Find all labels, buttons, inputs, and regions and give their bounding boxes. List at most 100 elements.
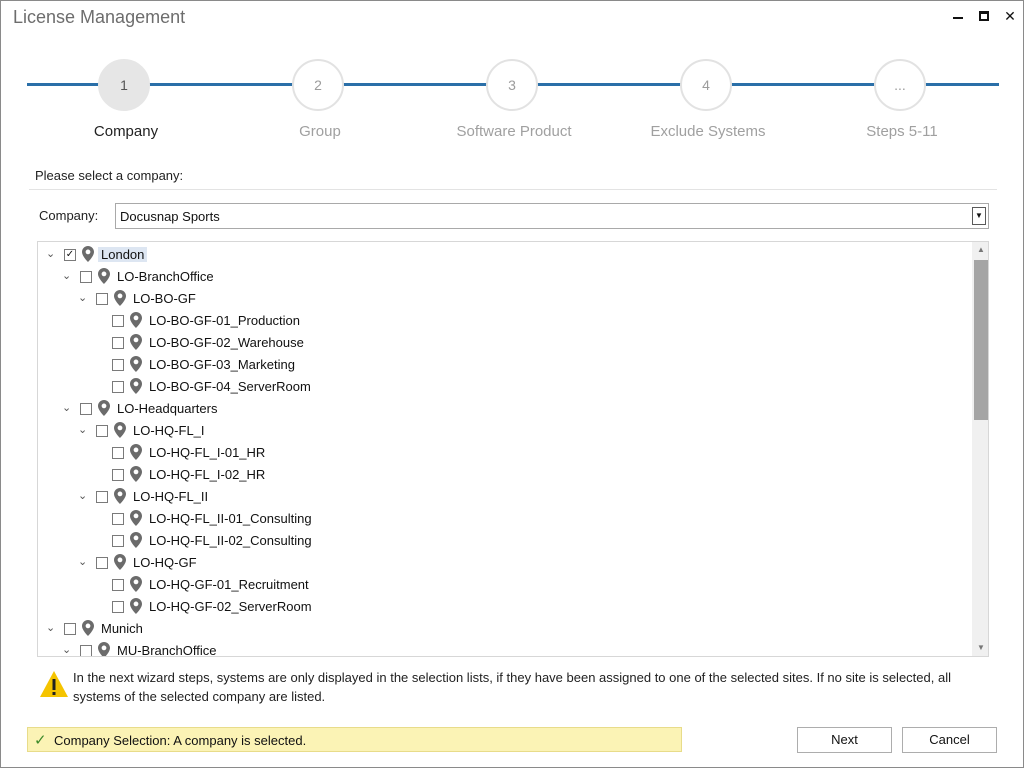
location-pin-icon bbox=[98, 268, 110, 284]
location-pin-icon bbox=[98, 642, 110, 656]
location-pin-icon bbox=[130, 532, 142, 548]
window-title: License Management bbox=[13, 7, 186, 27]
tree-item-label: LO-BO-GF-02_Warehouse bbox=[149, 335, 304, 350]
tree-item-checkbox[interactable] bbox=[96, 557, 108, 569]
cancel-button[interactable]: Cancel bbox=[902, 727, 997, 753]
tree-item-label: LO-HQ-GF-01_Recruitment bbox=[149, 577, 309, 592]
company-dropdown-value: Docusnap Sports bbox=[120, 209, 220, 224]
chevron-down-icon[interactable]: ⌄ bbox=[62, 643, 74, 656]
location-pin-icon bbox=[114, 290, 126, 306]
tree-item-checkbox[interactable] bbox=[112, 535, 124, 547]
tree-item-checkbox[interactable] bbox=[96, 491, 108, 503]
minimize-icon bbox=[953, 17, 963, 19]
step-label: Group bbox=[299, 123, 341, 140]
wizard-stepper: 1 Company 2 Group 3 Software Product 4 E… bbox=[1, 51, 1023, 151]
tree-item-label: LO-Headquarters bbox=[117, 401, 218, 416]
next-button[interactable]: Next bbox=[797, 727, 892, 753]
location-pin-icon bbox=[130, 444, 142, 460]
step-number: 4 bbox=[680, 59, 732, 111]
tree-item-checkbox[interactable] bbox=[112, 601, 124, 613]
location-pin-icon bbox=[130, 312, 142, 328]
tree-item-label: LO-HQ-FL_I-01_HR bbox=[149, 445, 266, 460]
chevron-down-icon[interactable]: ⌄ bbox=[78, 291, 90, 305]
status-text: Company Selection: A company is selected… bbox=[54, 733, 307, 748]
tree-item-label: LO-BO-GF-03_Marketing bbox=[149, 357, 295, 372]
step-label: Steps 5-11 bbox=[866, 123, 938, 140]
chevron-down-icon[interactable]: ⌄ bbox=[46, 247, 58, 261]
step-number: 3 bbox=[486, 59, 538, 111]
tree-item-label: LO-HQ-FL_I bbox=[133, 423, 205, 438]
tree-item-checkbox[interactable] bbox=[96, 293, 108, 305]
tree-item-checkbox[interactable] bbox=[64, 623, 76, 635]
location-pin-icon bbox=[114, 488, 126, 504]
divider bbox=[29, 189, 997, 190]
tree-item-checkbox[interactable] bbox=[112, 359, 124, 371]
tree-item-label: London bbox=[98, 247, 148, 262]
tree-item-checkbox[interactable] bbox=[112, 337, 124, 349]
tree-item-label: LO-BO-GF-04_ServerRoom bbox=[149, 379, 311, 394]
tree-item-checkbox[interactable] bbox=[112, 381, 124, 393]
maximize-icon bbox=[979, 11, 989, 21]
tree-item-checkbox[interactable] bbox=[80, 271, 92, 283]
minimize-button[interactable] bbox=[947, 5, 969, 27]
step-number: ... bbox=[874, 59, 926, 111]
chevron-down-icon[interactable]: ⌄ bbox=[78, 555, 90, 569]
scroll-up-icon[interactable]: ▲ bbox=[973, 242, 988, 258]
tree-item-checkbox[interactable]: ✓ bbox=[64, 249, 76, 261]
location-pin-icon bbox=[130, 356, 142, 372]
tree-item-checkbox[interactable] bbox=[112, 469, 124, 481]
location-pin-icon bbox=[114, 422, 126, 438]
chevron-down-icon[interactable]: ⌄ bbox=[78, 423, 90, 437]
company-label: Company: bbox=[39, 208, 99, 223]
warning-triangle-icon bbox=[40, 671, 68, 697]
location-pin-icon bbox=[130, 576, 142, 592]
chevron-down-icon[interactable]: ⌄ bbox=[78, 489, 90, 503]
chevron-down-icon[interactable]: ⌄ bbox=[46, 621, 58, 635]
location-pin-icon bbox=[82, 246, 94, 262]
checkmark-icon: ✓ bbox=[34, 732, 47, 749]
chevron-down-icon[interactable]: ▼ bbox=[972, 207, 986, 225]
location-pin-icon bbox=[114, 554, 126, 570]
tree-item-label: LO-HQ-FL_II-01_Consulting bbox=[149, 511, 312, 526]
step-label: Software Product bbox=[456, 123, 572, 140]
tree-item-label: MU-BranchOffice bbox=[117, 643, 217, 657]
step-label: Company bbox=[93, 123, 159, 140]
site-tree[interactable]: ▲ ▼ ⌄ ✓ London ⌄ LO-BranchOffice ⌄ LO-BO-GF LO-… bbox=[37, 241, 989, 657]
maximize-button[interactable] bbox=[973, 5, 995, 27]
scroll-down-icon[interactable]: ▼ bbox=[973, 640, 988, 656]
tree-item-label: LO-HQ-FL_II bbox=[133, 489, 209, 504]
close-icon: ✕ bbox=[1004, 8, 1016, 24]
tree-item-label: LO-HQ-FL_II-02_Consulting bbox=[149, 533, 312, 548]
tree-item-checkbox[interactable] bbox=[112, 513, 124, 525]
tree-item-label: LO-BO-GF bbox=[133, 291, 196, 306]
title-bar: License Management ✕ bbox=[1, 1, 1023, 33]
tree-item-checkbox[interactable] bbox=[112, 447, 124, 459]
tree-item-checkbox[interactable] bbox=[80, 403, 92, 415]
location-pin-icon bbox=[82, 620, 94, 636]
step-label: Exclude Systems bbox=[650, 123, 766, 140]
location-pin-icon bbox=[130, 598, 142, 614]
tree-item-checkbox[interactable] bbox=[112, 579, 124, 591]
step-number: 2 bbox=[292, 59, 344, 111]
tree-item-checkbox[interactable] bbox=[112, 315, 124, 327]
status-bar: ✓ Company Selection: A company is select… bbox=[27, 727, 682, 752]
chevron-down-icon[interactable]: ⌄ bbox=[62, 269, 74, 283]
company-dropdown[interactable]: Docusnap Sports ▼ bbox=[115, 203, 989, 229]
scroll-thumb[interactable] bbox=[974, 260, 988, 420]
tree-item-label: LO-HQ-GF-02_ServerRoom bbox=[149, 599, 312, 614]
tree-item-label: LO-BranchOffice bbox=[117, 269, 214, 284]
tree-item-checkbox[interactable] bbox=[96, 425, 108, 437]
location-pin-icon bbox=[130, 378, 142, 394]
location-pin-icon bbox=[130, 334, 142, 350]
tree-item-label: LO-HQ-FL_I-02_HR bbox=[149, 467, 266, 482]
tree-item-label: LO-HQ-GF bbox=[133, 555, 197, 570]
location-pin-icon bbox=[130, 466, 142, 482]
location-pin-icon bbox=[98, 400, 110, 416]
chevron-down-icon[interactable]: ⌄ bbox=[62, 401, 74, 415]
close-button[interactable]: ✕ bbox=[999, 5, 1021, 27]
step-number: 1 bbox=[98, 59, 150, 111]
tree-item-checkbox[interactable] bbox=[80, 645, 92, 656]
license-management-window: License Management ✕ 1 Company 2 Group 3… bbox=[0, 0, 1024, 768]
tree-scrollbar[interactable]: ▲ ▼ bbox=[972, 242, 988, 656]
location-pin-icon bbox=[130, 510, 142, 526]
